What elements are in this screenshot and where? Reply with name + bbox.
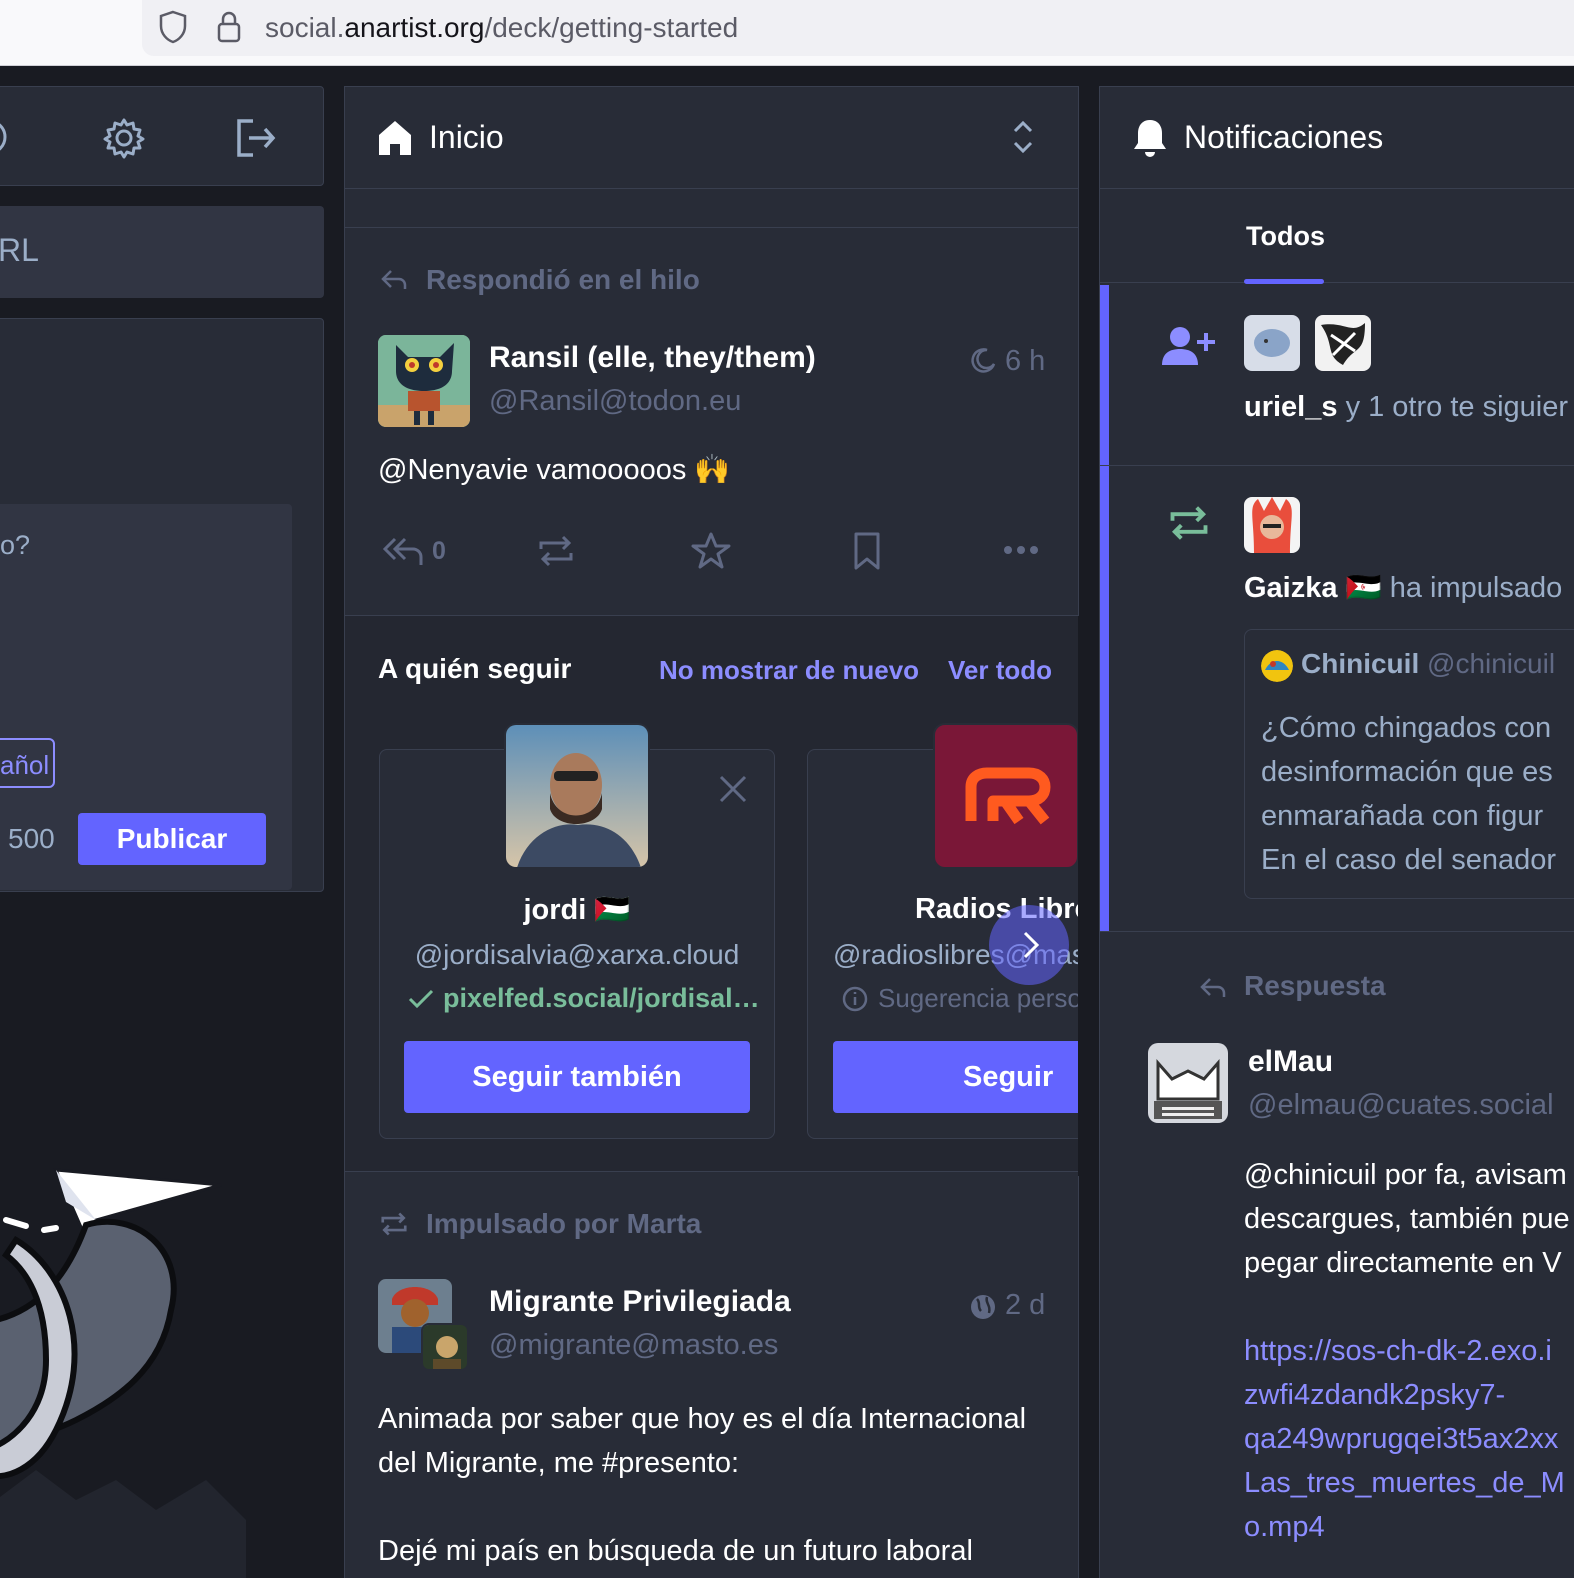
tab-all[interactable]: Todos [1246, 221, 1325, 252]
compose-nav [0, 86, 324, 186]
compose-placeholder: o? [0, 530, 31, 560]
suggestion-name[interactable]: jordi 🇵🇸 [379, 893, 775, 927]
reply-icon [379, 265, 409, 295]
reply-icon [1198, 973, 1228, 1003]
avatar[interactable] [1315, 315, 1371, 371]
post-link[interactable]: https://sos-ch-dk-2.exo.i zwfi4zdandk2ps… [1244, 1329, 1565, 1549]
mascot-illustration [0, 1140, 246, 1578]
gear-icon[interactable] [103, 117, 145, 159]
check-icon [407, 987, 435, 1011]
info-icon [841, 985, 869, 1013]
carousel-next-button[interactable] [989, 905, 1069, 985]
unread-indicator [1100, 466, 1109, 931]
active-tab-indicator [1244, 279, 1324, 284]
follow-notification-text: uriel_s y 1 otro te siguier [1244, 391, 1569, 423]
reply-count: 0 [432, 537, 446, 565]
display-name[interactable]: Migrante Privilegiada [489, 1285, 791, 1319]
home-column: Inicio Respondió en el hilo Ransil (elle… [344, 86, 1108, 1578]
user-plus-icon [1162, 325, 1216, 367]
post-context: Respondió en el hilo [426, 264, 700, 295]
notifications-column-title: Notificaciones [1184, 119, 1384, 155]
avatar[interactable] [933, 723, 1079, 869]
quoted-status[interactable]: Chinicuil @chinicuil ¿Cómo chingados con… [1244, 629, 1574, 899]
account-handle[interactable]: @migrante@masto.es [489, 1329, 778, 1362]
favourite-icon[interactable] [691, 531, 731, 571]
post-content: Animada por saber que hoy es el día Inte… [378, 1403, 1027, 1479]
shield-icon[interactable] [158, 10, 188, 44]
booster-avatar[interactable] [421, 1323, 469, 1371]
quoted-author: Chinicuil @chinicuil [1301, 648, 1556, 679]
globe-icon[interactable] [0, 117, 11, 157]
logout-icon[interactable] [235, 117, 277, 159]
avatar[interactable] [1148, 1043, 1228, 1123]
avatar[interactable] [504, 723, 650, 869]
lock-icon[interactable] [216, 10, 242, 44]
column-settings-icon[interactable] [1009, 117, 1037, 157]
avatar[interactable] [378, 335, 470, 427]
close-icon[interactable] [717, 773, 749, 805]
follow-button[interactable]: Seguir [833, 1041, 1097, 1113]
language-label: añol [0, 750, 50, 780]
verified-link[interactable]: pixelfed.social/jordisal… [443, 983, 760, 1014]
post-time[interactable]: 6 h [1005, 345, 1045, 378]
reply-all-icon[interactable] [381, 533, 425, 569]
quoted-content: ¿Cómo chingados con desinformación que e… [1261, 712, 1557, 876]
suggestion-handle[interactable]: @jordisalvia@xarxa.cloud [379, 939, 775, 971]
browser-toolbar: social.anartist.org/deck/getting-started [0, 0, 1574, 66]
post-content: @chinicuil por fa, avisam descargues, ta… [1244, 1159, 1570, 1279]
account-handle[interactable]: @Ransil@todon.eu [489, 385, 741, 418]
notifications-column-header[interactable]: Notificaciones [1100, 87, 1574, 189]
search-input[interactable]: RL [0, 206, 324, 298]
boost-icon [379, 1209, 409, 1239]
char-counter: 500 [8, 823, 55, 854]
follow-back-button[interactable]: Seguir también [404, 1041, 750, 1113]
post-content-continued: Dejé mi país en búsqueda de un futuro la… [378, 1535, 973, 1567]
follower-name[interactable]: uriel_s [1244, 391, 1338, 423]
avatar[interactable] [1244, 497, 1300, 553]
more-icon[interactable] [1003, 543, 1039, 557]
home-column-title: Inicio [429, 119, 504, 155]
bookmark-icon[interactable] [851, 531, 883, 571]
avatar[interactable] [1244, 315, 1300, 371]
boost-icon [1168, 501, 1210, 545]
publish-button[interactable]: Publicar [78, 813, 266, 865]
unread-indicator [1100, 285, 1109, 465]
notifications-column: Notificaciones Todos uriel_s y 1 otro te… [1099, 86, 1574, 1578]
home-column-header[interactable]: Inicio [345, 87, 1078, 189]
boost-icon[interactable] [537, 531, 575, 571]
post-context: Impulsado por Marta [426, 1208, 702, 1239]
booster-name[interactable]: Gaizka 🇪🇭 [1244, 572, 1382, 604]
url-text[interactable]: social.anartist.org/deck/getting-started [265, 12, 738, 44]
notification-filter-bar: Todos [1100, 189, 1574, 284]
home-icon [377, 119, 413, 157]
public-globe-icon [969, 1293, 997, 1321]
display-name[interactable]: elMau [1248, 1045, 1333, 1079]
account-handle[interactable]: @elmau@cuates.social [1248, 1089, 1554, 1122]
avatar[interactable] [1261, 650, 1293, 682]
follow-suggestions-title: A quién seguir [378, 653, 572, 684]
display-name[interactable]: Ransil (elle, they/them) [489, 341, 816, 375]
search-placeholder: RL [0, 232, 39, 268]
post-time[interactable]: 2 d [1005, 1289, 1045, 1322]
bell-icon [1132, 117, 1168, 159]
view-all-link[interactable]: Ver todo [948, 655, 1052, 686]
post-context: Respuesta [1244, 970, 1386, 1001]
boost-notification-text: Gaizka 🇪🇭 ha impulsado [1244, 572, 1563, 604]
post-content: @Nenyavie vamooooos 🙌 [378, 454, 731, 486]
suggestion-reason: Sugerencia perso [878, 983, 1082, 1013]
unlisted-icon [969, 347, 997, 375]
language-button[interactable]: añol [0, 738, 55, 788]
dismiss-suggestions-link[interactable]: No mostrar de nuevo [659, 655, 919, 686]
